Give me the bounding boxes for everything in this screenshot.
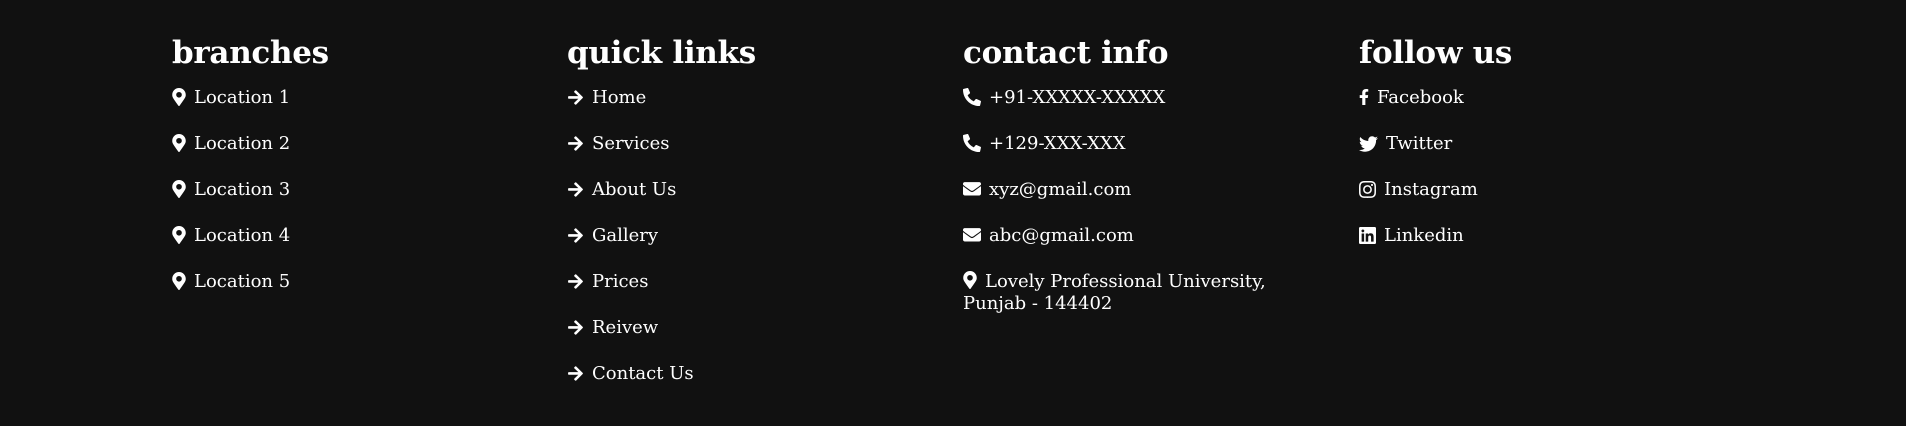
contact-text: xyz@gmail.com bbox=[989, 179, 1132, 200]
quick-link-label: Services bbox=[592, 133, 670, 154]
branches-list: Location 1 Location 2 Location 3 Locatio… bbox=[172, 87, 532, 293]
contact-phone-2[interactable]: +129-XXX-XXX bbox=[963, 133, 1323, 155]
arrow-right-icon bbox=[567, 89, 584, 106]
phone-icon bbox=[963, 88, 981, 106]
arrow-right-icon bbox=[567, 135, 584, 152]
linkedin-icon bbox=[1359, 227, 1376, 244]
arrow-right-icon bbox=[567, 227, 584, 244]
quick-link-gallery[interactable]: Gallery bbox=[567, 225, 927, 247]
contact-text: +129-XXX-XXX bbox=[989, 133, 1126, 154]
arrow-right-icon bbox=[567, 273, 584, 290]
branch-label: Location 4 bbox=[194, 225, 291, 246]
twitter-icon bbox=[1359, 136, 1378, 152]
contact-address[interactable]: Lovely Professional University, Punjab -… bbox=[963, 271, 1333, 315]
follow-us-list: Facebook Twitter Instagram Linkedin bbox=[1359, 87, 1719, 247]
branches-column: branches Location 1 Location 2 Location … bbox=[172, 34, 532, 317]
facebook-icon bbox=[1359, 88, 1369, 106]
contact-text: +91-XXXXX-XXXXX bbox=[989, 87, 1166, 108]
branches-heading: branches bbox=[172, 35, 329, 71]
map-marker-icon bbox=[172, 134, 186, 152]
social-link-instagram[interactable]: Instagram bbox=[1359, 179, 1719, 201]
branch-label: Location 5 bbox=[194, 271, 291, 292]
social-link-twitter[interactable]: Twitter bbox=[1359, 133, 1719, 155]
quick-link-label: Prices bbox=[592, 271, 649, 292]
quick-link-label: Reivew bbox=[592, 317, 659, 338]
branch-link-5[interactable]: Location 5 bbox=[172, 271, 532, 293]
branch-link-4[interactable]: Location 4 bbox=[172, 225, 532, 247]
branch-label: Location 1 bbox=[194, 87, 291, 108]
quick-link-review[interactable]: Reivew bbox=[567, 317, 927, 339]
quick-link-prices[interactable]: Prices bbox=[567, 271, 927, 293]
social-label: Facebook bbox=[1377, 87, 1464, 108]
quick-link-about-us[interactable]: About Us bbox=[567, 179, 927, 201]
quick-link-home[interactable]: Home bbox=[567, 87, 927, 109]
contact-text: Lovely Professional University, Punjab -… bbox=[963, 271, 1266, 314]
map-marker-icon bbox=[172, 180, 186, 198]
social-link-facebook[interactable]: Facebook bbox=[1359, 87, 1719, 109]
quick-links-column: quick links Home Services About Us Galle… bbox=[567, 34, 927, 409]
branch-link-3[interactable]: Location 3 bbox=[172, 179, 532, 201]
arrow-right-icon bbox=[567, 319, 584, 336]
contact-text: abc@gmail.com bbox=[989, 225, 1134, 246]
arrow-right-icon bbox=[567, 365, 584, 382]
quick-link-services[interactable]: Services bbox=[567, 133, 927, 155]
branch-link-1[interactable]: Location 1 bbox=[172, 87, 532, 109]
quick-links-heading: quick links bbox=[567, 35, 756, 71]
instagram-icon bbox=[1359, 181, 1376, 198]
map-marker-icon bbox=[172, 272, 186, 290]
quick-link-label: Home bbox=[592, 87, 647, 108]
map-marker-icon bbox=[172, 88, 186, 106]
quick-link-contact-us[interactable]: Contact Us bbox=[567, 363, 927, 385]
contact-email-2[interactable]: abc@gmail.com bbox=[963, 225, 1323, 247]
quick-link-label: About Us bbox=[592, 179, 677, 200]
social-label: Instagram bbox=[1384, 179, 1478, 200]
quick-link-label: Contact Us bbox=[592, 363, 694, 384]
phone-icon bbox=[963, 134, 981, 152]
social-label: Twitter bbox=[1386, 133, 1453, 154]
branch-label: Location 3 bbox=[194, 179, 291, 200]
branch-link-2[interactable]: Location 2 bbox=[172, 133, 532, 155]
quick-links-list: Home Services About Us Gallery Prices Re… bbox=[567, 87, 927, 385]
contact-info-heading: contact info bbox=[963, 35, 1169, 71]
social-link-linkedin[interactable]: Linkedin bbox=[1359, 225, 1719, 247]
map-marker-icon bbox=[963, 271, 977, 289]
social-label: Linkedin bbox=[1384, 225, 1464, 246]
branch-label: Location 2 bbox=[194, 133, 291, 154]
quick-link-label: Gallery bbox=[592, 225, 659, 246]
envelope-icon bbox=[963, 182, 981, 198]
footer: branches Location 1 Location 2 Location … bbox=[0, 0, 1906, 426]
follow-us-heading: follow us bbox=[1359, 35, 1513, 71]
contact-email-1[interactable]: xyz@gmail.com bbox=[963, 179, 1323, 201]
contact-info-list: +91-XXXXX-XXXXX +129-XXX-XXX xyz@gmail.c… bbox=[963, 87, 1323, 315]
map-marker-icon bbox=[172, 226, 186, 244]
envelope-icon bbox=[963, 228, 981, 244]
arrow-right-icon bbox=[567, 181, 584, 198]
follow-us-column: follow us Facebook Twitter Instagram Lin… bbox=[1359, 34, 1719, 271]
contact-info-column: contact info +91-XXXXX-XXXXX +129-XXX-XX… bbox=[963, 34, 1323, 339]
contact-phone-1[interactable]: +91-XXXXX-XXXXX bbox=[963, 87, 1323, 109]
